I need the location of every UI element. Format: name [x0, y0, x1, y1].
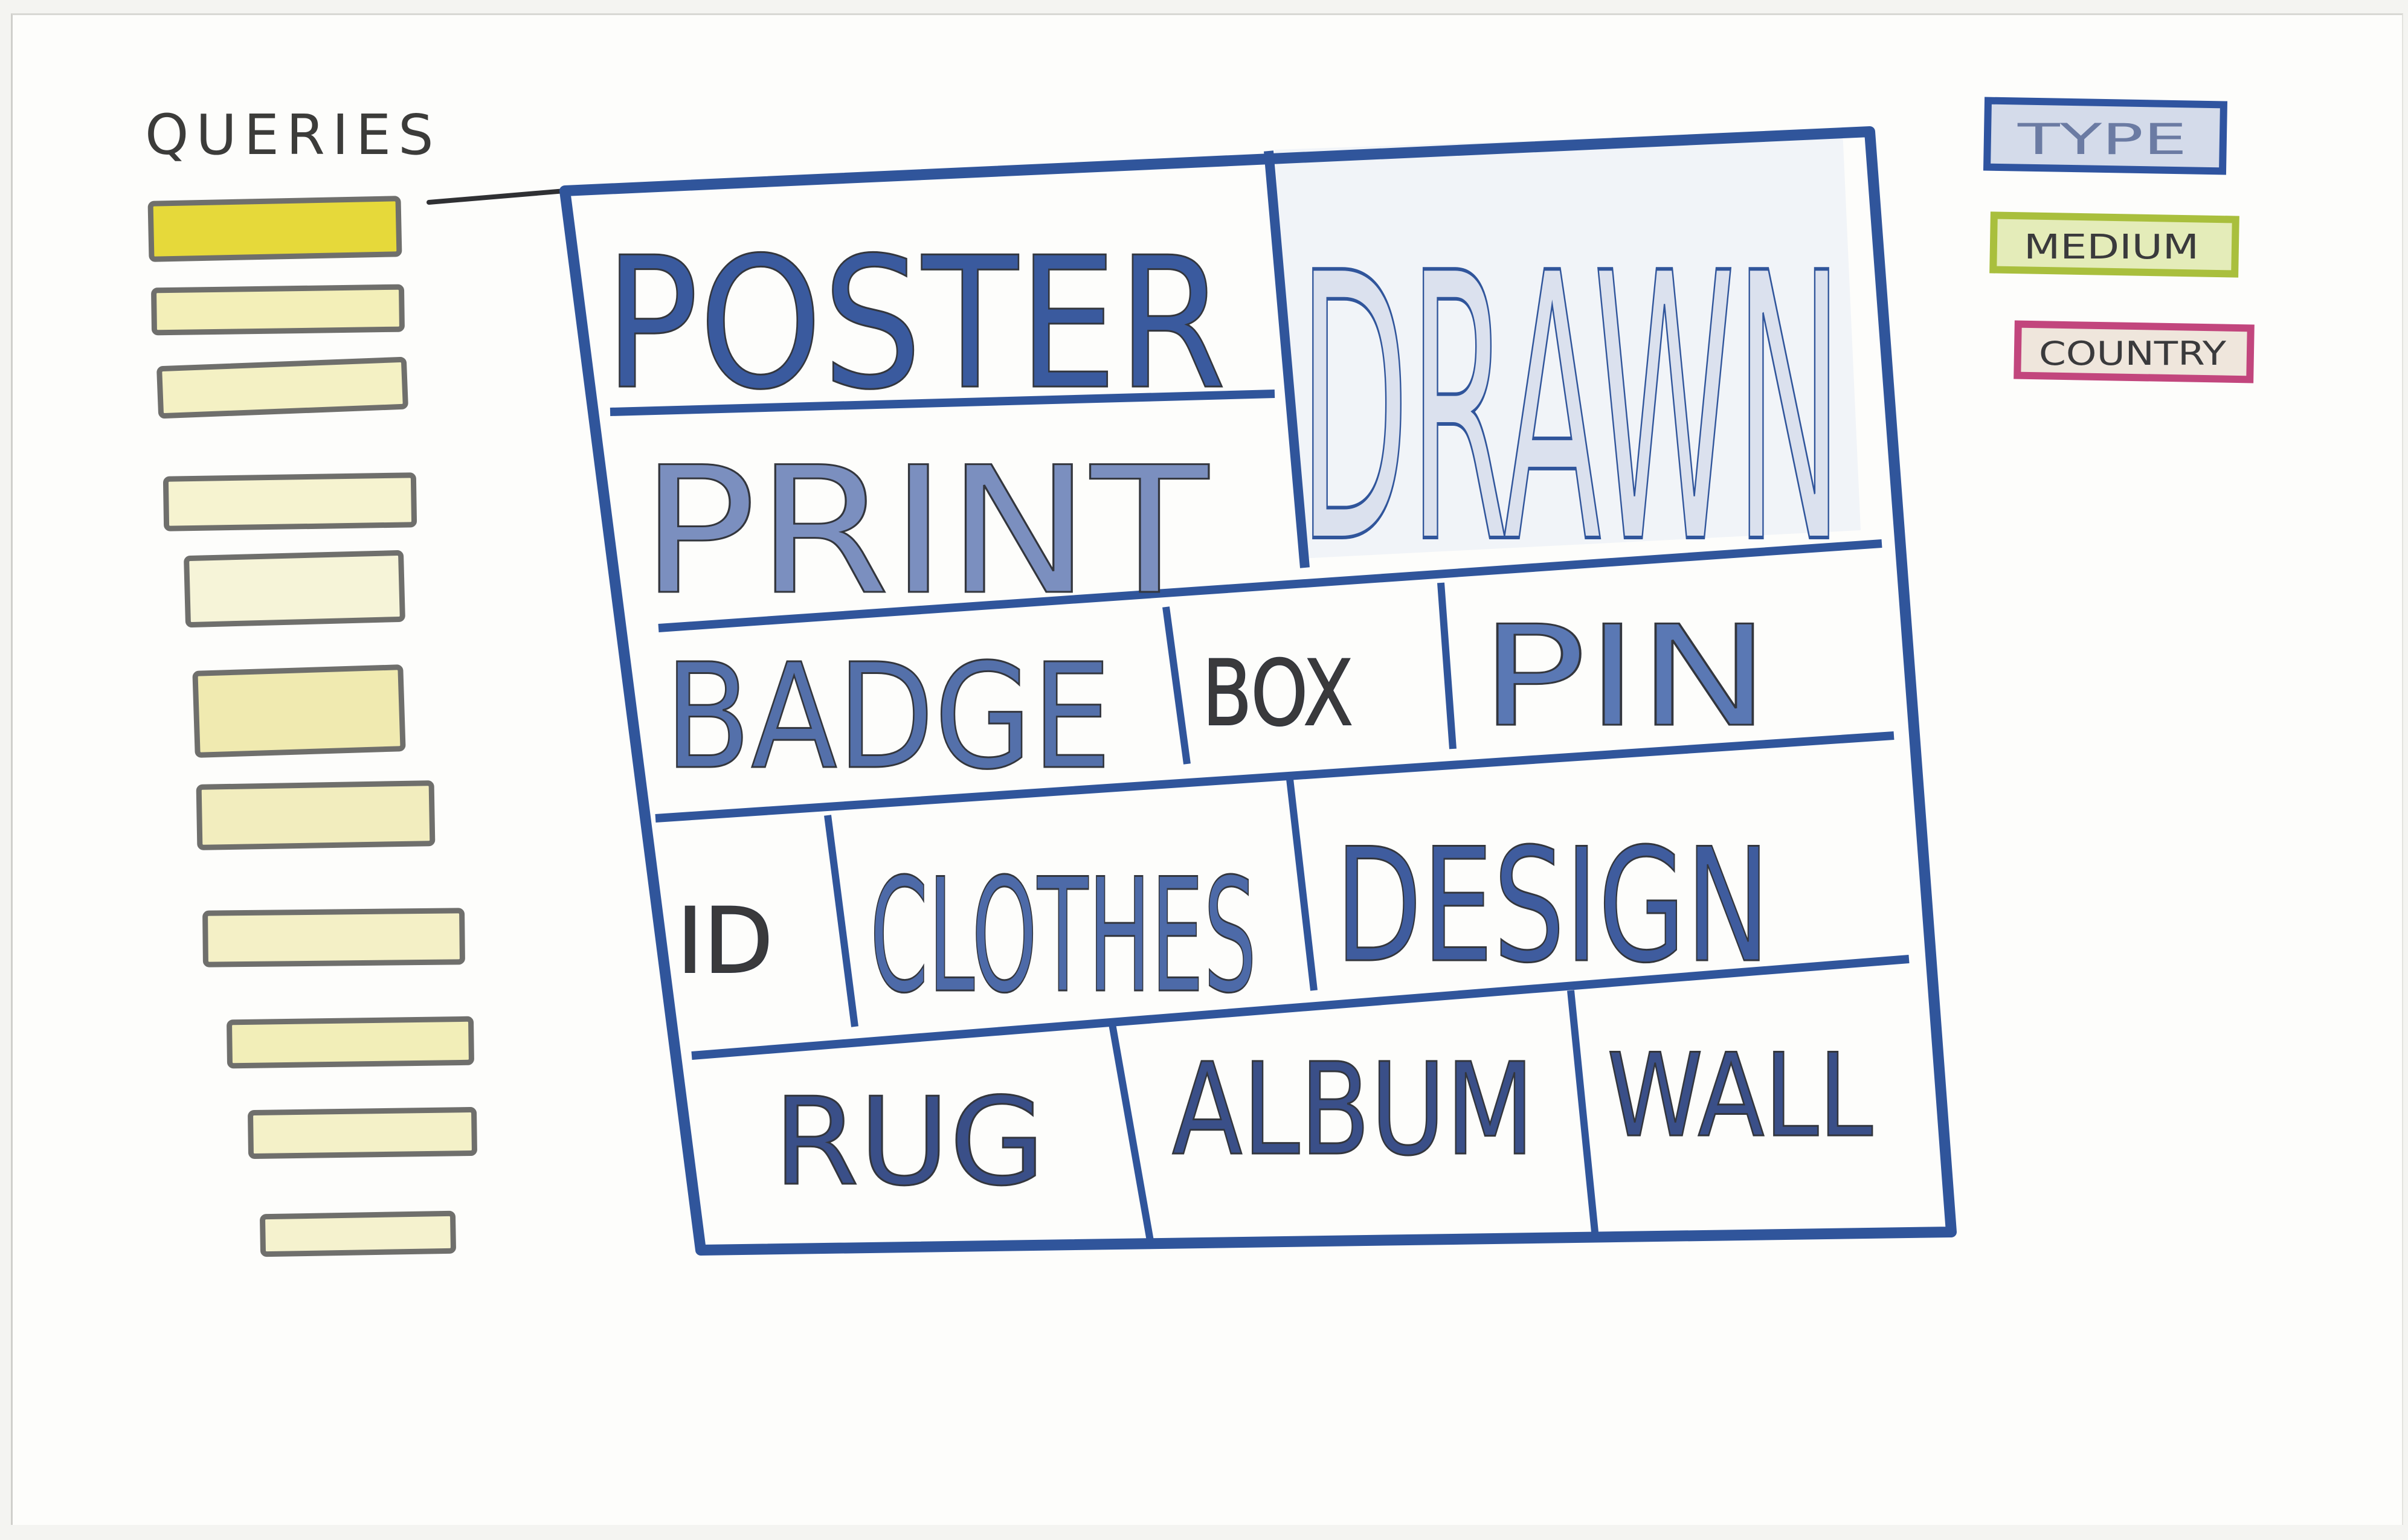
cell-label-drawn[interactable]: DRAWN — [1297, 194, 1844, 626]
treemap-divider — [1567, 990, 1598, 1233]
legend-item-country[interactable]: COUNTRY — [2014, 320, 2255, 383]
query-item[interactable] — [163, 472, 417, 531]
legend-item-type[interactable]: TYPE — [1983, 97, 2228, 175]
cell-label-pin[interactable]: PIN — [1479, 596, 1771, 759]
query-item[interactable] — [156, 356, 408, 419]
legend-label-type: TYPE — [2017, 115, 2187, 164]
treemap-divider — [824, 815, 858, 1027]
query-item[interactable] — [147, 196, 402, 262]
legend: TYPE MEDIUM COUNTRY — [1983, 97, 2255, 383]
legend-item-medium[interactable]: MEDIUM — [1989, 211, 2239, 278]
legend-label-medium: MEDIUM — [2024, 228, 2199, 267]
query-item[interactable] — [196, 780, 436, 850]
query-item[interactable] — [151, 284, 405, 336]
query-item[interactable] — [248, 1107, 477, 1159]
cell-label-album[interactable]: ALBUM — [1171, 1035, 1536, 1185]
query-item[interactable] — [192, 664, 406, 758]
treemap-divider — [1108, 1019, 1154, 1245]
query-item[interactable] — [202, 908, 465, 967]
sketch-canvas: QUERIES POSTER PRINT DRAWN BADGE BOX PIN… — [0, 0, 2408, 1540]
query-item[interactable] — [184, 550, 405, 627]
legend-label-country: COUNTRY — [2039, 335, 2227, 373]
cell-label-clothes[interactable]: CLOTHES — [869, 845, 1258, 1029]
treemap-divider — [1286, 778, 1318, 991]
query-item[interactable] — [227, 1016, 474, 1069]
query-list — [147, 196, 477, 1257]
cell-label-print[interactable]: PRINT — [640, 429, 1212, 635]
cell-label-rug[interactable]: RUG — [773, 1071, 1046, 1214]
cell-label-wall[interactable]: WALL — [1606, 1028, 1874, 1164]
queries-title: QUERIES — [145, 103, 440, 167]
cell-label-box[interactable]: BOX — [1202, 641, 1354, 747]
query-connector-line — [427, 188, 567, 205]
query-item[interactable] — [260, 1210, 456, 1257]
cell-label-poster[interactable]: POSTER — [604, 218, 1228, 431]
sketch-svg: QUERIES POSTER PRINT DRAWN BADGE BOX PIN… — [145, 97, 2255, 1257]
cell-label-design[interactable]: DESIGN — [1334, 815, 1771, 999]
cell-label-badge[interactable]: BADGE — [664, 632, 1113, 803]
treemap: POSTER PRINT DRAWN BADGE BOX PIN ID CLOT… — [559, 126, 1957, 1256]
cell-label-id[interactable]: ID — [676, 888, 774, 995]
